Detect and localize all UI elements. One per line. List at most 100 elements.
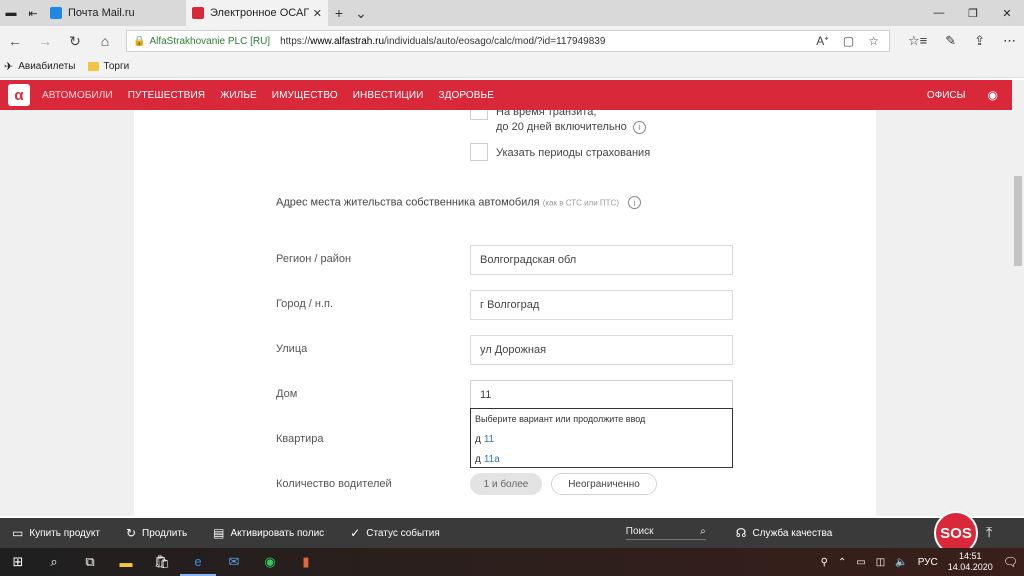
region-input[interactable]: Волгоградская обл [470,245,733,275]
tab-mail[interactable]: Почта Mail.ru [44,0,186,26]
buy-product-link[interactable]: ▭ Купить продукт [12,526,100,540]
house-input[interactable]: 11 [470,380,733,410]
windows-start-icon[interactable]: ⊞ [0,548,36,576]
scroll-top-icon[interactable]: ⤒ [986,524,992,541]
address-toolbar: ← → ↻ ⌂ 🔒 AlfaStrakhovanie PLC [RU] http… [0,26,1024,56]
lock-icon: 🔒 [133,35,146,47]
extend-link[interactable]: ↻ Продлить [126,526,187,540]
address-tools: Aᐩ ▢ ☆ [816,34,889,48]
alfa-favicon-icon [192,7,204,19]
drivers-option-unlimited[interactable]: Неограниченно [551,473,657,495]
street-input[interactable]: ул Дорожная [470,335,733,365]
tab-eosago[interactable]: Электронное ОСАГО ✕ [186,0,328,26]
periods-checkbox[interactable] [470,143,488,161]
read-aloud-icon[interactable]: Aᐩ [816,34,829,48]
event-status-link[interactable]: ✓ Статус события [350,526,440,540]
forward-icon[interactable]: → [30,33,60,49]
quality-service-link[interactable]: ☊ Служба качества [736,526,833,540]
notifications-icon[interactable]: 🗨 [1003,555,1018,569]
nav-travel[interactable]: ПУТЕШЕСТВИЯ [128,90,205,101]
restore-icon[interactable]: ❐ [956,0,990,26]
nav-investments[interactable]: ИНВЕСТИЦИИ [353,90,424,101]
info-icon[interactable]: i [628,196,642,209]
nav-housing[interactable]: ЖИЛЬЕ [220,90,257,101]
clock[interactable]: 14:51 14.04.2020 [948,551,993,573]
street-label: Улица [276,343,308,355]
new-tab-button[interactable]: + [328,0,350,26]
whatsapp-icon[interactable]: ◉ [252,548,288,576]
favorite-torgi[interactable]: Торги [87,61,129,72]
language-indicator[interactable]: РУС [918,557,938,568]
windows-taskbar: ⊞ ⌕ ⧉ ▬ 🛍 e ✉ ◉ ▮ ⚲ ⌃ ▭ ◫ 🔈 РУС 14:51 14… [0,548,1024,576]
search-icon[interactable]: ⌕ [700,526,706,537]
tab-list-chevron-icon[interactable]: ⌄ [350,0,372,26]
pen-icon[interactable]: ✎ [945,33,956,49]
task-view-icon[interactable]: ⧉ [72,548,108,576]
certificate-name: AlfaStrakhovanie PLC [RU] [149,35,271,47]
form-card: На время транзита, до 20 дней включитель… [134,110,876,516]
nav-offices[interactable]: ОФИСЫ [927,90,966,101]
browser-tools: ☆≡ ✎ ⇪ ⋯ [908,33,1016,49]
check-circle-icon: ✓ [350,526,361,540]
tab-title: Почта Mail.ru [68,7,135,19]
tray-chevron-icon[interactable]: ⌃ [838,557,846,568]
nav-health[interactable]: ЗДОРОВЬЕ [438,90,494,101]
alfa-logo[interactable]: α [8,84,30,106]
close-tab-icon[interactable]: ✕ [313,7,322,20]
more-icon[interactable]: ⋯ [1003,33,1016,49]
volume-icon[interactable]: 🔈 [895,557,907,568]
activate-policy-link[interactable]: ▤ Активировать полис [213,526,324,540]
transit-checkbox[interactable] [470,110,488,120]
drivers-option-one-or-more[interactable]: 1 и более [470,473,542,495]
nav-cars[interactable]: АВТОМОБИЛИ [42,90,113,101]
close-window-icon[interactable]: ✕ [990,0,1024,26]
address-bar[interactable]: 🔒 AlfaStrakhovanie PLC [RU] https://www.… [126,30,890,52]
search-icon[interactable]: ⌕ [36,548,72,576]
file-explorer-icon[interactable]: ▬ [108,548,144,576]
suggestions-hint: Выберите вариант или продолжите ввод [475,414,646,424]
store-icon[interactable]: 🛍 [144,548,180,576]
scrollbar-thumb[interactable] [1014,176,1022,266]
site-nav: α АВТОМОБИЛИ ПУТЕШЕСТВИЯ ЖИЛЬЕ ИМУЩЕСТВО… [0,80,1012,110]
headset-icon: ☊ [735,526,747,540]
edge-icon[interactable]: e [180,548,216,576]
search-input[interactable]: Поиск [626,526,654,537]
home-icon[interactable]: ⌂ [90,33,120,49]
favorite-flights[interactable]: ✈ Авиабилеты [4,60,76,73]
favorite-star-icon[interactable]: ☆ [868,34,879,48]
nav-property[interactable]: ИМУЩЕСТВО [272,90,338,101]
favorites-bar: ✈ Авиабилеты Торги [0,56,1024,78]
back-icon[interactable]: ← [0,33,30,49]
reading-view-icon[interactable]: ▢ [843,34,854,48]
people-icon[interactable]: ⚲ [821,557,828,568]
tab-actions-icon[interactable]: ▬ [0,0,22,26]
document-icon: ▤ [213,526,225,540]
set-aside-tabs-icon[interactable]: ⇤ [22,0,44,26]
periods-label: Указать периоды страхования [496,147,651,159]
refresh-icon[interactable]: ↻ [60,33,90,50]
transit-label: На время транзита, до 20 дней включитель… [496,110,646,135]
mail-icon[interactable]: ✉ [216,548,252,576]
url-text: https://www.alfastrah.ru/individuals/aut… [280,35,606,47]
page-background: На время транзита, до 20 дней включитель… [0,110,1012,516]
share-icon[interactable]: ⇪ [974,33,985,49]
battery-icon[interactable]: ▭ [856,557,865,568]
network-icon[interactable]: ◫ [876,557,885,568]
minimize-icon[interactable]: — [922,0,956,26]
suggestion-item[interactable]: д 11 [471,429,732,449]
site-bottom-bar: ▭ Купить продукт ↻ Продлить ▤ Активировать … [0,518,1024,548]
suggestion-item[interactable]: д 11а [471,449,732,469]
info-icon[interactable]: i [632,120,646,134]
city-input[interactable]: г Волгоград [470,290,733,320]
favorites-hub-icon[interactable]: ☆≡ [908,33,927,49]
apartment-label: Квартира [276,433,324,445]
eye-icon[interactable]: ◉ [988,88,998,102]
browser-tab-bar: ▬ ⇤ Почта Mail.ru Электронное ОСАГО ✕ + … [0,0,1024,26]
house-label: Дом [276,388,298,400]
site-search[interactable]: Поиск ⌕ [625,526,706,540]
mail-favicon-icon [50,7,62,19]
plane-icon: ✈ [4,61,14,73]
document-app-icon[interactable]: ▮ [288,548,324,576]
page-scrollbar[interactable] [1012,80,1024,516]
region-label: Регион / район [276,253,352,265]
